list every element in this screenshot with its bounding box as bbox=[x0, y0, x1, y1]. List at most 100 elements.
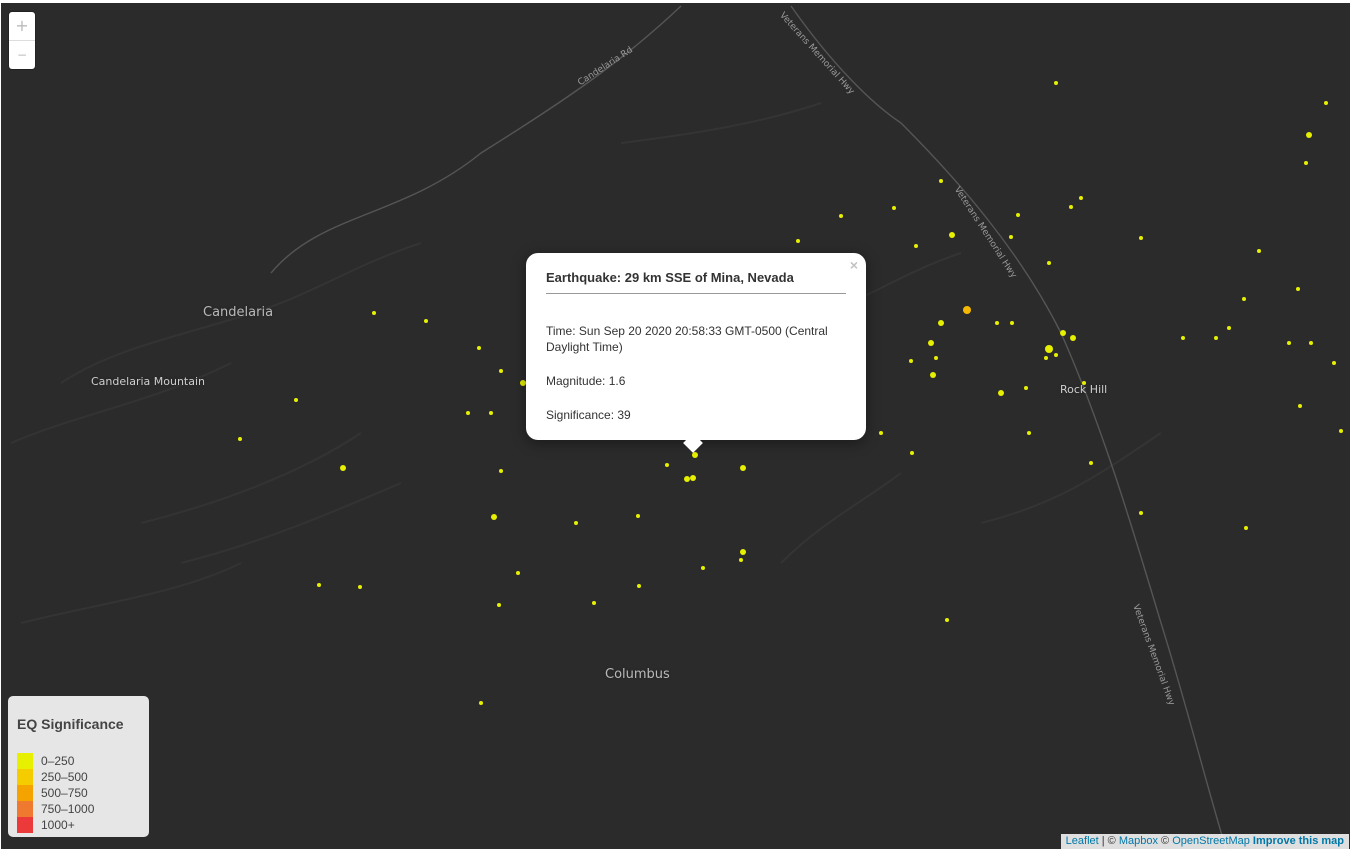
earthquake-marker[interactable] bbox=[963, 306, 971, 314]
earthquake-marker[interactable] bbox=[1298, 404, 1302, 408]
legend: EQ Significance 0–250 250–500 500–750 75… bbox=[8, 696, 149, 837]
earthquake-marker[interactable] bbox=[1054, 81, 1058, 85]
earthquake-marker[interactable] bbox=[477, 346, 481, 350]
legend-label: 1000+ bbox=[41, 818, 75, 832]
earthquake-marker[interactable] bbox=[1287, 341, 1291, 345]
earthquake-marker[interactable] bbox=[910, 451, 914, 455]
earthquake-marker[interactable] bbox=[909, 359, 913, 363]
earthquake-marker[interactable] bbox=[690, 475, 696, 481]
earthquake-marker[interactable] bbox=[1257, 249, 1261, 253]
earthquake-marker[interactable] bbox=[497, 603, 501, 607]
earthquake-marker[interactable] bbox=[1181, 336, 1185, 340]
place-columbus: Columbus bbox=[605, 667, 670, 682]
attribution-sep: © bbox=[1157, 835, 1173, 847]
earthquake-marker[interactable] bbox=[637, 584, 641, 588]
earthquake-marker[interactable] bbox=[1214, 336, 1218, 340]
earthquake-marker[interactable] bbox=[1024, 386, 1028, 390]
earthquake-marker[interactable] bbox=[499, 469, 503, 473]
earthquake-marker[interactable] bbox=[1070, 335, 1076, 341]
leaflet-link[interactable]: Leaflet bbox=[1066, 835, 1099, 847]
earthquake-marker[interactable] bbox=[294, 398, 298, 402]
popup-magnitude: Magnitude: 1.6 bbox=[546, 374, 626, 388]
earthquake-marker[interactable] bbox=[1227, 326, 1231, 330]
popup-time: Time: Sun Sep 20 2020 20:58:33 GMT-0500 … bbox=[546, 324, 828, 354]
earthquake-marker[interactable] bbox=[938, 320, 944, 326]
legend-swatch bbox=[17, 817, 33, 833]
earthquake-marker[interactable] bbox=[1332, 361, 1336, 365]
legend-label: 500–750 bbox=[41, 786, 88, 800]
earthquake-marker[interactable] bbox=[516, 571, 520, 575]
earthquake-marker[interactable] bbox=[1296, 287, 1300, 291]
popup-significance: Significance: 39 bbox=[546, 408, 631, 422]
earthquake-marker[interactable] bbox=[1054, 353, 1058, 357]
earthquake-marker[interactable] bbox=[424, 319, 428, 323]
earthquake-marker[interactable] bbox=[1027, 431, 1031, 435]
legend-swatch bbox=[17, 769, 33, 785]
earthquake-marker[interactable] bbox=[740, 465, 746, 471]
earthquake-marker[interactable] bbox=[317, 583, 321, 587]
earthquake-marker[interactable] bbox=[949, 232, 955, 238]
earthquake-marker[interactable] bbox=[684, 476, 690, 482]
earthquake-marker[interactable] bbox=[740, 549, 746, 555]
earthquake-marker[interactable] bbox=[945, 618, 949, 622]
earthquake-marker[interactable] bbox=[1047, 261, 1051, 265]
earthquake-marker[interactable] bbox=[701, 566, 705, 570]
attribution: Leaflet | © Mapbox © OpenStreetMap Impro… bbox=[1060, 834, 1349, 849]
road-candelaria-rd bbox=[270, 5, 682, 274]
earthquake-marker[interactable] bbox=[1009, 235, 1013, 239]
earthquake-marker[interactable] bbox=[592, 601, 596, 605]
earthquake-marker[interactable] bbox=[1016, 213, 1020, 217]
earthquake-marker[interactable] bbox=[1044, 356, 1048, 360]
earthquake-marker[interactable] bbox=[1045, 345, 1053, 353]
earthquake-marker[interactable] bbox=[466, 411, 470, 415]
earthquake-marker[interactable] bbox=[479, 701, 483, 705]
legend-swatch bbox=[17, 753, 33, 769]
earthquake-marker[interactable] bbox=[1010, 321, 1014, 325]
earthquake-marker[interactable] bbox=[499, 369, 503, 373]
earthquake-marker[interactable] bbox=[995, 321, 999, 325]
earthquake-marker[interactable] bbox=[1304, 161, 1308, 165]
earthquake-marker[interactable] bbox=[1139, 236, 1143, 240]
earthquake-marker[interactable] bbox=[928, 340, 934, 346]
earthquake-marker[interactable] bbox=[340, 465, 346, 471]
earthquake-marker[interactable] bbox=[489, 411, 493, 415]
place-rock-hill: Rock Hill bbox=[1060, 383, 1108, 396]
earthquake-marker[interactable] bbox=[358, 585, 362, 589]
popup-close-button[interactable]: × bbox=[850, 257, 858, 273]
earthquake-marker[interactable] bbox=[1139, 511, 1143, 515]
earthquake-marker[interactable] bbox=[1244, 526, 1248, 530]
earthquake-marker[interactable] bbox=[1324, 101, 1328, 105]
earthquake-marker[interactable] bbox=[739, 558, 743, 562]
earthquake-marker[interactable] bbox=[939, 179, 943, 183]
earthquake-marker[interactable] bbox=[1089, 461, 1093, 465]
earthquake-marker[interactable] bbox=[1060, 330, 1066, 336]
earthquake-marker[interactable] bbox=[636, 514, 640, 518]
earthquake-marker[interactable] bbox=[491, 514, 497, 520]
earthquake-marker[interactable] bbox=[998, 390, 1004, 396]
earthquake-marker[interactable] bbox=[1242, 297, 1246, 301]
earthquake-marker[interactable] bbox=[372, 311, 376, 315]
earthquake-marker[interactable] bbox=[1339, 429, 1343, 433]
earthquake-marker[interactable] bbox=[1309, 341, 1313, 345]
earthquake-marker[interactable] bbox=[879, 431, 883, 435]
earthquake-marker[interactable] bbox=[238, 437, 242, 441]
legend-swatch bbox=[17, 785, 33, 801]
earthquake-marker[interactable] bbox=[665, 463, 669, 467]
zoom-in-button[interactable]: + bbox=[9, 12, 35, 40]
earthquake-marker[interactable] bbox=[796, 239, 800, 243]
improve-map-link[interactable]: Improve this map bbox=[1253, 835, 1344, 847]
map-canvas[interactable]: Candelaria Candelaria Mountain Columbus … bbox=[1, 3, 1350, 849]
earthquake-marker[interactable] bbox=[892, 206, 896, 210]
earthquake-marker[interactable] bbox=[930, 372, 936, 378]
earthquake-marker[interactable] bbox=[839, 214, 843, 218]
earthquake-marker[interactable] bbox=[1069, 205, 1073, 209]
earthquake-marker[interactable] bbox=[1306, 132, 1312, 138]
zoom-out-button[interactable]: − bbox=[9, 40, 35, 69]
osm-link[interactable]: OpenStreetMap bbox=[1172, 835, 1250, 847]
legend-item: 1000+ bbox=[17, 817, 75, 833]
mapbox-link[interactable]: Mapbox bbox=[1119, 835, 1158, 847]
earthquake-marker[interactable] bbox=[574, 521, 578, 525]
earthquake-marker[interactable] bbox=[1079, 196, 1083, 200]
earthquake-marker[interactable] bbox=[934, 356, 938, 360]
earthquake-marker[interactable] bbox=[914, 244, 918, 248]
